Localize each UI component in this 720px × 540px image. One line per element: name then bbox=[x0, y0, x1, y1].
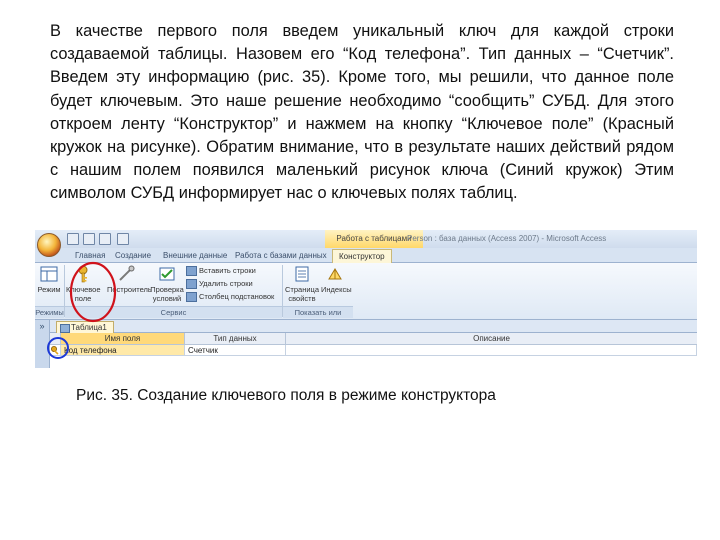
nav-pane-toggle[interactable]: » bbox=[35, 320, 50, 368]
builder-label: Построитель bbox=[107, 285, 152, 294]
indexes-button[interactable]: Индексы bbox=[321, 265, 352, 294]
figure-caption: Рис. 35. Создание ключевого поля в режим… bbox=[76, 387, 496, 404]
column-header-description[interactable]: Описание bbox=[286, 333, 697, 345]
undo-icon[interactable] bbox=[83, 233, 95, 245]
doc-tab-label: Таблица1 bbox=[71, 323, 107, 332]
lookup-column-label: Столбец подстановок bbox=[199, 292, 275, 301]
table-icon bbox=[60, 324, 70, 333]
indexes-label: Индексы bbox=[321, 285, 352, 294]
design-grid: Имя поля Тип данных Описание Код телефон… bbox=[50, 333, 697, 368]
field-name-cell[interactable]: Код телефона bbox=[61, 345, 185, 356]
group-service-label: Сервис bbox=[65, 306, 282, 318]
insert-rows-label: Вставить строки bbox=[199, 266, 256, 275]
delete-rows-label: Удалить строки bbox=[199, 279, 253, 288]
column-header-field-name[interactable]: Имя поля bbox=[61, 333, 185, 345]
view-button[interactable]: Режим bbox=[36, 265, 62, 294]
row-selector[interactable] bbox=[50, 345, 61, 356]
insert-rows-button[interactable]: Вставить строки bbox=[186, 266, 256, 277]
description-cell[interactable] bbox=[286, 345, 697, 356]
delete-rows-icon bbox=[186, 279, 197, 290]
body-paragraph: В качестве первого поля введем уникальны… bbox=[50, 22, 674, 203]
group-views-label: Режимы bbox=[35, 306, 64, 318]
key-field-button[interactable]: Ключевое поле bbox=[66, 265, 101, 303]
check-rules-icon bbox=[159, 267, 175, 281]
window-title: Person : база данных (Access 2007) - Mic… bbox=[407, 234, 607, 243]
builder-icon bbox=[119, 265, 135, 281]
key-icon bbox=[78, 265, 88, 283]
indexes-icon bbox=[328, 268, 342, 280]
document-tabs: Таблица1 bbox=[50, 320, 697, 333]
property-sheet-label: Страница свойств bbox=[285, 285, 319, 303]
key-field-label: Ключевое поле bbox=[66, 285, 101, 303]
doc-tab-table1[interactable]: Таблица1 bbox=[56, 321, 114, 333]
check-rules-button[interactable]: Проверка условий bbox=[149, 265, 185, 303]
ribbon: Режим Ключевое поле Построитель Проверка… bbox=[35, 263, 697, 328]
tab-designer[interactable]: Конструктор bbox=[332, 249, 392, 263]
office-button[interactable] bbox=[37, 233, 61, 257]
tab-database-tools[interactable]: Работа с базами данных bbox=[235, 249, 327, 262]
check-rules-label: Проверка условий bbox=[150, 285, 184, 303]
group-show-hide-label: Показать или скрыть bbox=[283, 306, 353, 328]
ribbon-tabs: Главная Создание Внешние данные Работа с… bbox=[35, 248, 697, 263]
lookup-column-icon bbox=[186, 292, 197, 303]
view-icon bbox=[40, 266, 58, 282]
qat-customize-icon[interactable] bbox=[117, 233, 129, 245]
property-sheet-button[interactable]: Страница свойств bbox=[285, 265, 319, 303]
builder-button[interactable]: Построитель bbox=[107, 265, 152, 294]
key-icon bbox=[51, 346, 59, 355]
lookup-column-button[interactable]: Столбец подстановок bbox=[186, 292, 275, 303]
data-type-cell[interactable]: Счетчик bbox=[185, 345, 286, 356]
tab-create[interactable]: Создание bbox=[115, 249, 151, 262]
redo-icon[interactable] bbox=[99, 233, 111, 245]
row-selector-header bbox=[50, 333, 61, 345]
save-icon[interactable] bbox=[67, 233, 79, 245]
tab-external-data[interactable]: Внешние данные bbox=[163, 249, 227, 262]
view-label: Режим bbox=[37, 285, 61, 294]
column-header-data-type[interactable]: Тип данных bbox=[185, 333, 286, 345]
delete-rows-button[interactable]: Удалить строки bbox=[186, 279, 253, 290]
insert-rows-icon bbox=[186, 266, 197, 277]
tab-home[interactable]: Главная bbox=[75, 249, 105, 262]
property-sheet-icon bbox=[295, 266, 309, 282]
access-screenshot: Работа с таблицами Person : база данных … bbox=[35, 230, 697, 368]
